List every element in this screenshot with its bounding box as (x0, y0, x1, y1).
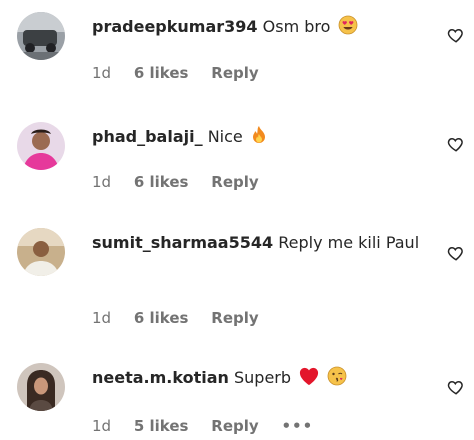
comment-time: 1d (92, 417, 112, 435)
like-heart-icon[interactable] (447, 244, 465, 262)
comment-time: 1d (92, 173, 112, 191)
comment-body: pradeepkumar394 Osm bro (92, 14, 422, 42)
winking-kiss-emoji-icon (327, 366, 347, 393)
comment-text: Osm bro (262, 17, 331, 36)
avatar[interactable] (17, 363, 65, 411)
comment-item: pradeepkumar394 Osm bro 1d 6 likes Reply (0, 0, 474, 100)
like-heart-icon[interactable] (447, 135, 465, 153)
reply-button[interactable]: Reply (211, 173, 258, 191)
comment-username[interactable]: sumit_sharmaa5544 (92, 233, 273, 252)
comment-meta: 1d 6 likes Reply (92, 309, 277, 327)
reply-button[interactable]: Reply (211, 64, 258, 82)
comment-body: phad_balaji_ Nice (92, 124, 422, 152)
comment-meta: 1d 5 likes Reply ••• (92, 417, 331, 435)
comment-username[interactable]: pradeepkumar394 (92, 17, 258, 36)
fire-emoji-icon (250, 125, 268, 152)
comment-likes[interactable]: 5 likes (134, 417, 189, 435)
comment-meta: 1d 6 likes Reply (92, 64, 277, 82)
comment-username[interactable]: phad_balaji_ (92, 127, 203, 146)
comment-likes[interactable]: 6 likes (134, 64, 189, 82)
comment-body: neeta.m.kotian Superb (92, 365, 422, 393)
red-heart-emoji-icon (298, 366, 320, 393)
avatar[interactable] (17, 12, 65, 60)
comment-time: 1d (92, 309, 112, 327)
comment-item: neeta.m.kotian Superb 1d 5 likes Reply •… (0, 345, 474, 440)
comment-text: Reply me kili Paul (278, 233, 420, 252)
like-heart-icon[interactable] (447, 26, 465, 44)
reply-button[interactable]: Reply (211, 417, 258, 435)
comment-item: sumit_sharmaa5544 Reply me kili Paul 1d … (0, 210, 474, 345)
reply-button[interactable]: Reply (211, 309, 258, 327)
comment-time: 1d (92, 64, 112, 82)
comment-body: sumit_sharmaa5544 Reply me kili Paul (92, 230, 422, 255)
comment-text: Nice (207, 127, 243, 146)
comment-meta: 1d 6 likes Reply (92, 173, 277, 191)
avatar[interactable] (17, 228, 65, 276)
avatar[interactable] (17, 122, 65, 170)
comment-username[interactable]: neeta.m.kotian (92, 368, 229, 387)
comment-text: Superb (233, 368, 292, 387)
like-heart-icon[interactable] (447, 378, 465, 396)
comment-likes[interactable]: 6 likes (134, 309, 189, 327)
comment-item: phad_balaji_ Nice 1d 6 likes Reply (0, 100, 474, 210)
more-options-icon[interactable]: ••• (281, 417, 313, 435)
comment-likes[interactable]: 6 likes (134, 173, 189, 191)
heart-eyes-emoji-icon (338, 15, 358, 42)
